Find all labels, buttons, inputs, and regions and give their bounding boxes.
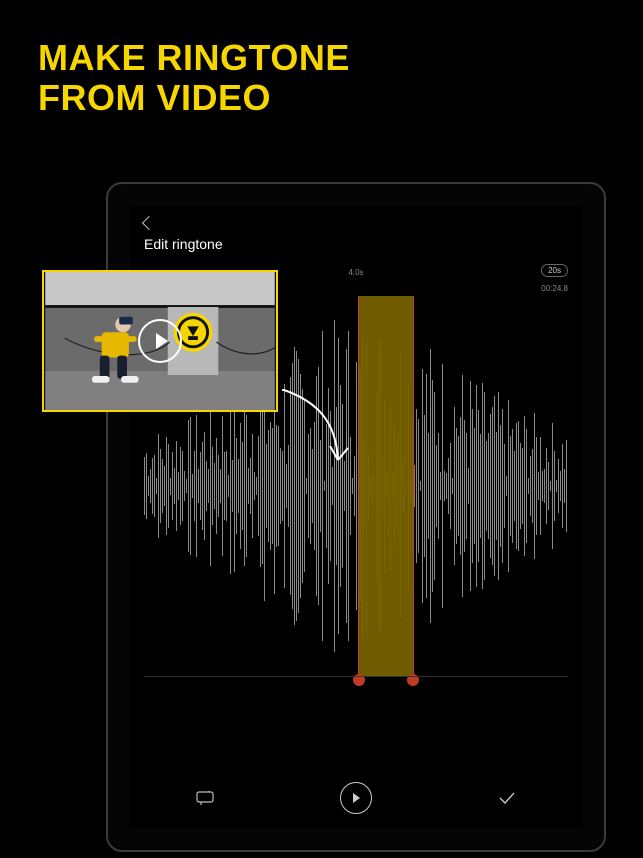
playhead-time: 4.0s (348, 268, 363, 277)
loop-button[interactable] (186, 779, 224, 817)
end-time: 00:24.8 (541, 284, 568, 293)
play-button[interactable] (337, 779, 375, 817)
video-thumbnail[interactable] (42, 270, 278, 412)
headline: MAKE RINGTONE FROM VIDEO (38, 38, 350, 119)
page-title: Edit ringtone (144, 236, 223, 252)
check-icon (498, 791, 516, 805)
baseline (144, 676, 568, 677)
duration-badge[interactable]: 20s (541, 264, 568, 277)
play-overlay-icon (138, 319, 182, 363)
loop-icon (196, 791, 214, 805)
controls (130, 774, 582, 822)
selection-range[interactable] (358, 296, 414, 676)
arrow-icon (278, 386, 358, 476)
confirm-button[interactable] (488, 779, 526, 817)
play-icon (340, 782, 372, 814)
header: Edit ringtone (130, 206, 582, 268)
back-icon[interactable] (142, 216, 156, 230)
